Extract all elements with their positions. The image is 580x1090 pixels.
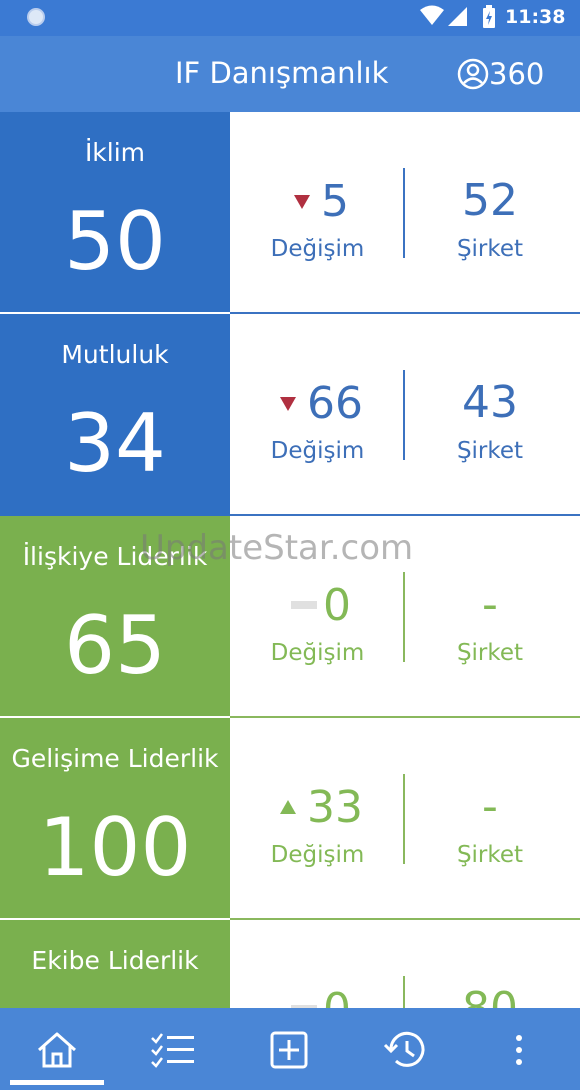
- nav-more-button[interactable]: [489, 1022, 549, 1078]
- delta-caption: Değişim: [270, 640, 365, 666]
- metric-row-mutluluk[interactable]: Mutluluk 34 66 Değişim 43 Şirket: [0, 314, 580, 516]
- checklist-icon: [151, 1033, 194, 1068]
- metric-tile: İklim 50: [0, 112, 230, 314]
- profile-360-button[interactable]: 360: [457, 54, 544, 94]
- wifi-icon: [420, 5, 444, 25]
- trend-down-icon: [294, 195, 310, 209]
- company-caption: Şirket: [456, 236, 524, 262]
- column-divider: [403, 774, 405, 864]
- delta-value-group: 66: [270, 377, 370, 429]
- metric-label: Gelişime Liderlik: [11, 744, 219, 773]
- app-bar: IF Danışmanlık 360: [0, 36, 580, 112]
- column-divider: [403, 572, 405, 662]
- nav-checklist-button[interactable]: [143, 1022, 203, 1078]
- delta-caption: Değişim: [270, 236, 365, 262]
- metric-details: 5 Değişim 52 Şirket: [230, 112, 580, 314]
- app-title: IF Danışmanlık: [175, 56, 389, 90]
- delta-value-group: 33: [270, 781, 370, 833]
- bottom-navigation: [0, 1008, 580, 1090]
- column-divider: [403, 370, 405, 460]
- delta-caption: Değişim: [270, 842, 365, 868]
- metric-row-gelisime-liderlik[interactable]: Gelişime Liderlik 100 33 Değişim - Şirke…: [0, 718, 580, 920]
- column-divider: [403, 168, 405, 258]
- company-value: 43: [462, 377, 518, 428]
- signal-icon: [448, 7, 467, 26]
- notification-dot-icon: [27, 8, 45, 26]
- more-vert-icon: [516, 1035, 522, 1065]
- account-circle-icon: [457, 58, 489, 90]
- metric-value: 100: [38, 801, 192, 894]
- delta-value-group: 5: [270, 175, 370, 227]
- metric-label: Ekibe Liderlik: [31, 946, 199, 975]
- add-box-icon: [270, 1031, 308, 1069]
- delta-caption: Değişim: [270, 438, 365, 464]
- brand-number: 360: [489, 57, 545, 91]
- nav-add-button[interactable]: [259, 1022, 319, 1078]
- trend-down-icon: [280, 397, 296, 411]
- home-icon: [38, 1032, 76, 1068]
- trend-flat-icon: [291, 601, 317, 609]
- company-caption: Şirket: [456, 640, 524, 666]
- metric-label: İklim: [84, 138, 146, 167]
- metric-value: 50: [64, 195, 166, 288]
- metric-details: 66 Değişim 43 Şirket: [230, 314, 580, 516]
- metric-value: 34: [64, 397, 166, 490]
- delta-value: 33: [307, 781, 363, 833]
- watermark-text: UpdateStar.com: [140, 528, 414, 568]
- battery-charging-icon: [483, 5, 495, 28]
- history-icon: [383, 1031, 425, 1067]
- status-bar: 11:38: [0, 0, 580, 36]
- company-caption: Şirket: [456, 438, 524, 464]
- metric-label: Mutluluk: [61, 340, 169, 369]
- nav-home-button[interactable]: [27, 1022, 87, 1078]
- delta-value: 5: [321, 175, 349, 227]
- delta-value: 66: [307, 377, 363, 429]
- metric-tile: Mutluluk 34: [0, 314, 230, 516]
- selected-tab-indicator: [10, 1080, 104, 1085]
- company-value: -: [482, 579, 498, 630]
- nav-history-button[interactable]: [375, 1022, 435, 1078]
- delta-value: 0: [323, 579, 351, 631]
- trend-up-icon: [280, 800, 296, 814]
- delta-value-group: 0: [270, 579, 370, 631]
- metric-details: 33 Değişim - Şirket: [230, 718, 580, 920]
- company-value: -: [482, 781, 498, 832]
- metric-value: 65: [64, 599, 166, 692]
- status-clock: 11:38: [505, 6, 566, 28]
- metric-row-iklim[interactable]: İklim 50 5 Değişim 52 Şirket: [0, 112, 580, 314]
- company-caption: Şirket: [456, 842, 524, 868]
- metric-tile: Gelişime Liderlik 100: [0, 718, 230, 920]
- company-value: 52: [462, 175, 518, 226]
